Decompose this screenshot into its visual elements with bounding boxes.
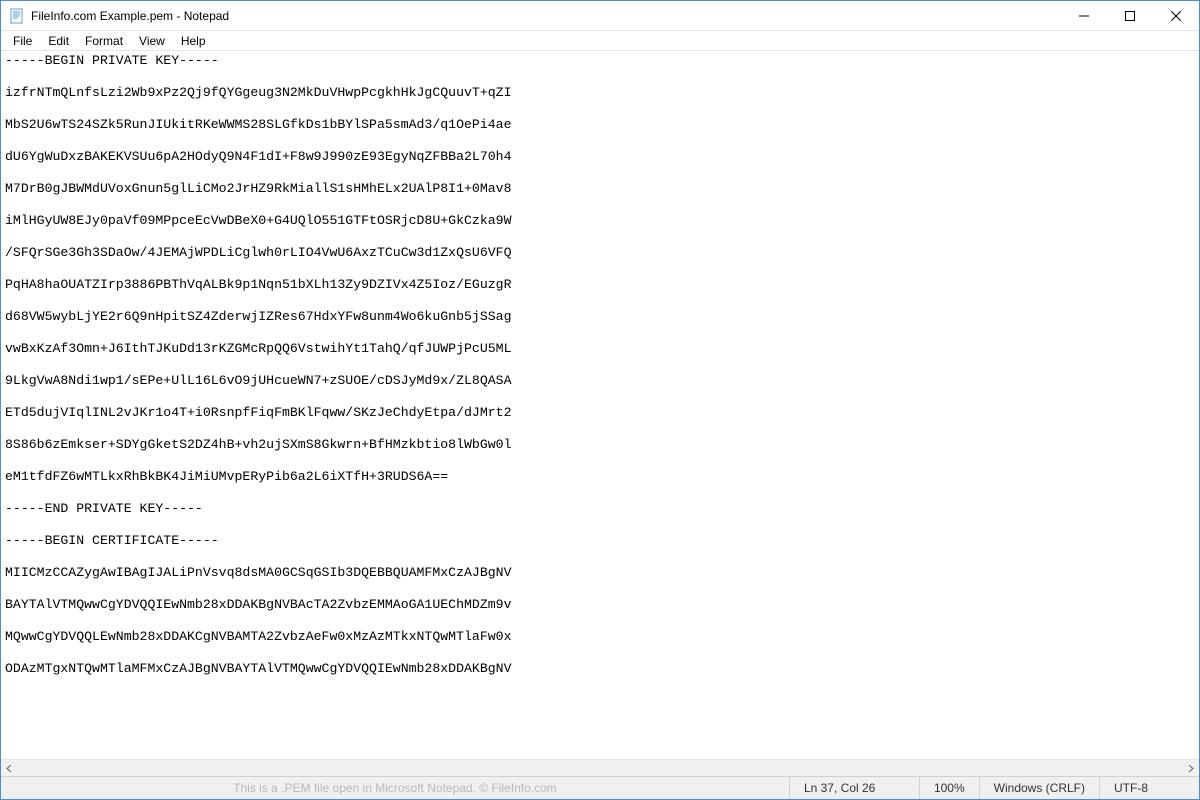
scroll-right-arrow-icon[interactable] (1182, 760, 1199, 777)
horizontal-scrollbar[interactable] (1, 759, 1199, 776)
text-editor[interactable]: -----BEGIN PRIVATE KEY----- izfrNTmQLnfs… (1, 51, 1199, 759)
menu-format[interactable]: Format (77, 32, 131, 50)
close-button[interactable] (1153, 1, 1199, 30)
status-encoding: UTF-8 (1099, 777, 1199, 799)
watermark-text: This is a .PEM file open in Microsoft No… (1, 781, 789, 795)
status-cursor-position: Ln 37, Col 26 (789, 777, 919, 799)
notepad-icon (9, 8, 25, 24)
editor-container: -----BEGIN PRIVATE KEY----- izfrNTmQLnfs… (1, 51, 1199, 759)
status-zoom: 100% (919, 777, 979, 799)
maximize-button[interactable] (1107, 1, 1153, 30)
menu-bar: File Edit Format View Help (1, 31, 1199, 51)
window-controls (1061, 1, 1199, 30)
menu-help[interactable]: Help (173, 32, 214, 50)
menu-file[interactable]: File (5, 32, 40, 50)
menu-view[interactable]: View (131, 32, 173, 50)
menu-edit[interactable]: Edit (40, 32, 77, 50)
status-line-ending: Windows (CRLF) (979, 777, 1099, 799)
window-title: FileInfo.com Example.pem - Notepad (31, 9, 1061, 23)
scroll-left-arrow-icon[interactable] (1, 760, 18, 777)
window-titlebar: FileInfo.com Example.pem - Notepad (1, 1, 1199, 31)
status-bar: This is a .PEM file open in Microsoft No… (1, 776, 1199, 799)
scroll-track[interactable] (18, 760, 1182, 776)
minimize-button[interactable] (1061, 1, 1107, 30)
